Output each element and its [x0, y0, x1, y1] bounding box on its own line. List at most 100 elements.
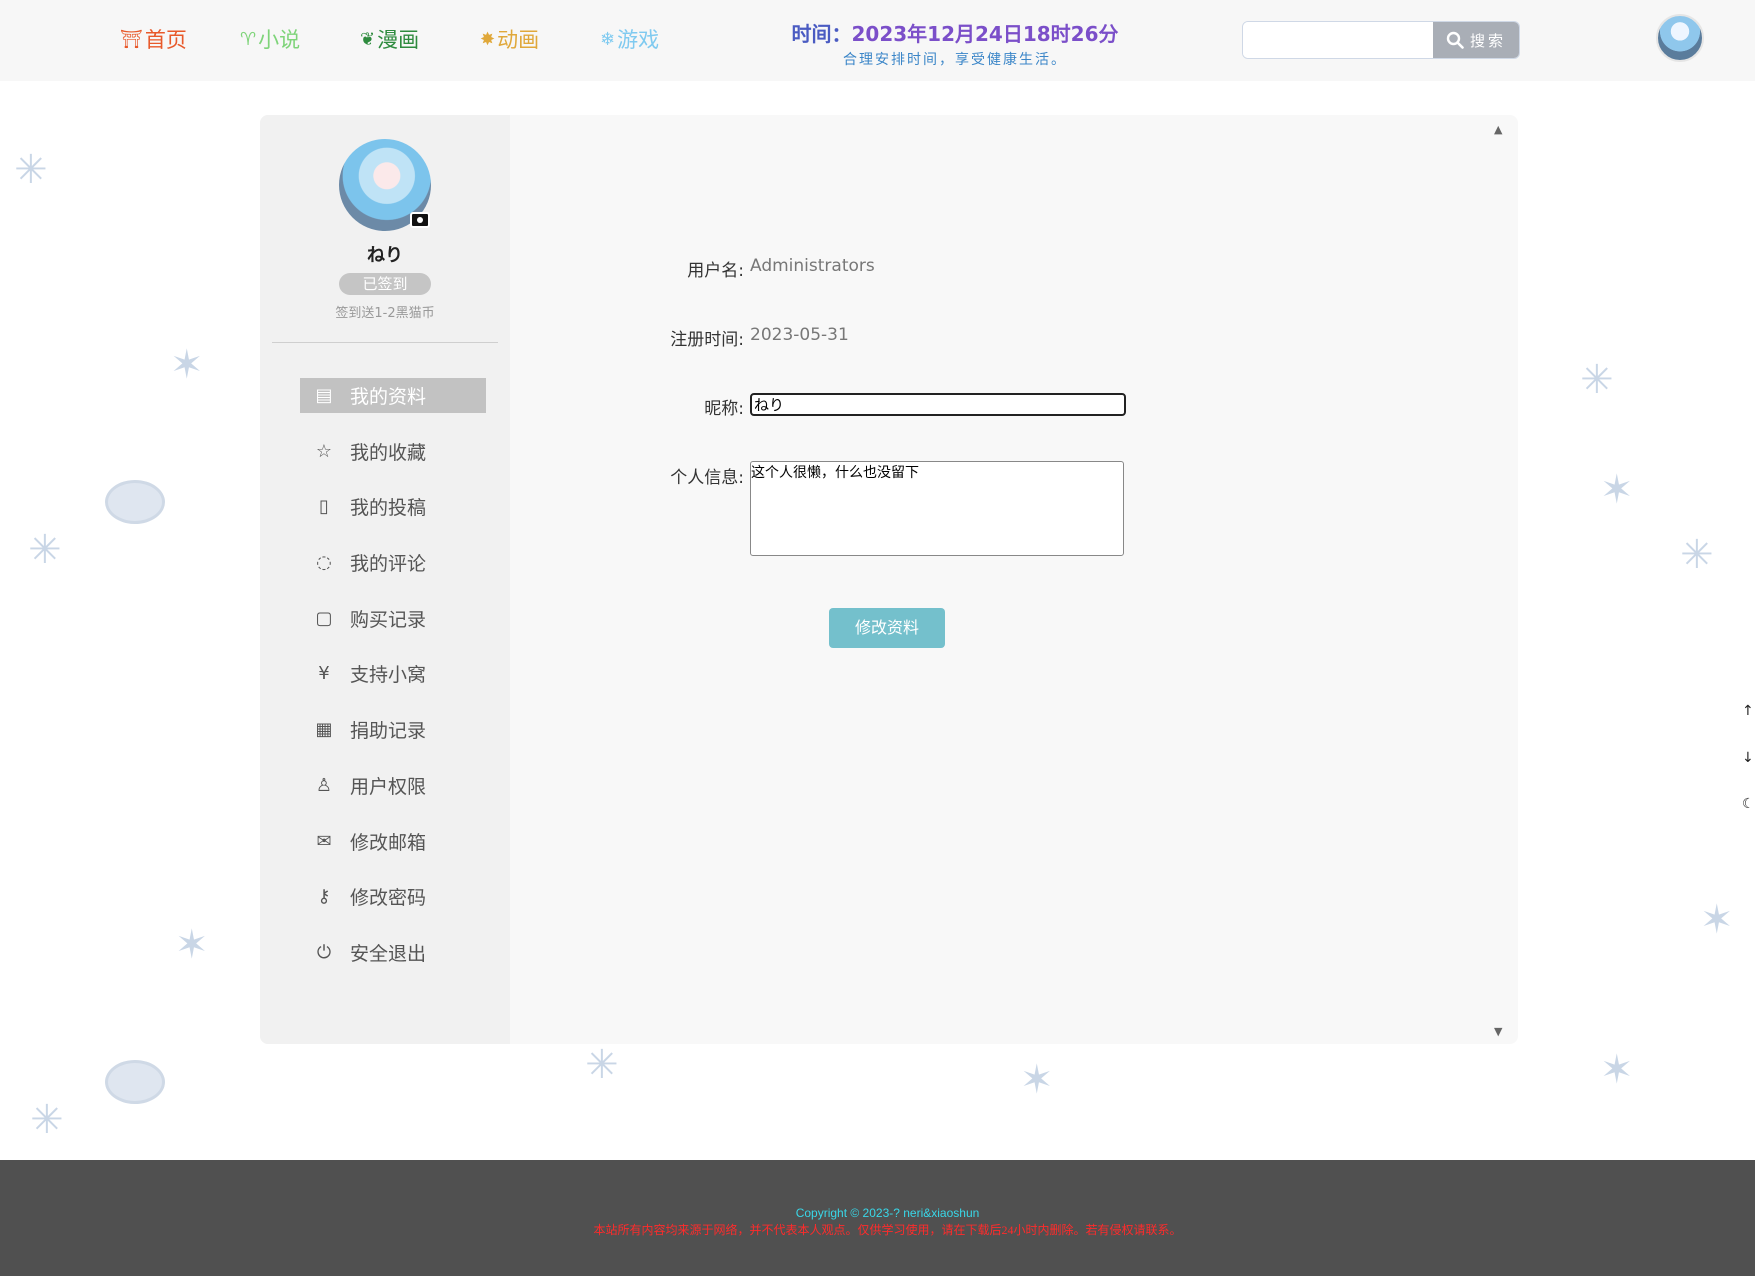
sidebar-item-7[interactable]: ♙ 用户权限	[300, 768, 486, 803]
nav-item-label: 游戏	[617, 28, 660, 52]
sidebar-item-4[interactable]: ▢ 购买记录	[300, 601, 486, 636]
sidebar-item-label: 捐助记录	[350, 720, 427, 743]
sidebar-item-9[interactable]: ⚷ 修改密码	[300, 879, 486, 914]
sidebar-item-6[interactable]: ▦ 捐助记录	[300, 712, 486, 747]
maple-leaf-icon: ✸	[480, 28, 496, 50]
sidebar-item-0[interactable]: ▤ 我的资料	[300, 378, 486, 413]
nav-item-label: 小说	[258, 28, 301, 52]
footer-disclaimer: 本站所有内容均来源于网络，并不代表本人观点。仅供学习使用，请在下载后24小时内删…	[593, 1223, 1182, 1237]
moon-icon[interactable]: ☾	[1742, 796, 1755, 812]
sidebar-item-label: 用户权限	[350, 775, 427, 798]
clock-value: 2023年12月24日18时26分	[851, 22, 1119, 46]
nav-item-label: 动画	[497, 28, 540, 52]
regdate-value: 2023-05-31	[750, 325, 849, 345]
sidebar-item-label: 购买记录	[350, 608, 427, 631]
top-header: ⛩ 首页 ♈ 小说 ❦ 漫画 ✸ 动画 ❄ 游戏 时间：2023年12月24日18时26分 合理安…	[0, 0, 1755, 81]
clock-tagline: 合理安排时间，享受健康生活。	[843, 52, 1067, 68]
username-label: 用户名:	[687, 261, 744, 281]
star-decoration-icon: ✶	[1600, 1047, 1634, 1093]
nav-item-1[interactable]: ♈ 小说	[240, 24, 360, 54]
sidebar-item-3[interactable]: ◌ 我的评论	[300, 545, 486, 580]
document-icon: ▯	[319, 496, 329, 518]
footer-copyright: Copyright © 2023-? neri&xiaoshun	[795, 1206, 980, 1220]
planet-decoration-icon	[105, 1060, 165, 1104]
regdate-row: 注册时间: 2023-05-31	[630, 325, 849, 350]
sidebar-menu: ▤ 我的资料 ☆ 我的收藏 ▯ 我的投稿 ◌ 我的评论 ▢ 购买记录 ¥ 支持小窝 ▦ 捐助记录 ♙ 用户权限…	[300, 378, 486, 991]
search-input[interactable]	[1243, 22, 1433, 58]
star-decoration-icon: ✳	[30, 1097, 64, 1143]
star-decoration-icon: ✶	[1700, 897, 1734, 943]
regdate-label: 注册时间:	[670, 330, 744, 350]
star-decoration-icon: ✶	[1600, 467, 1634, 513]
sidebar-item-label: 修改邮箱	[350, 831, 427, 854]
scroll-down-arrow-icon[interactable]: ▼	[1494, 1025, 1502, 1038]
user-icon: ♙	[315, 774, 333, 796]
star-decoration-icon: ✶	[170, 342, 204, 388]
nav-item-0[interactable]: ⛩ 首页	[120, 24, 240, 54]
sidebar-item-label: 修改密码	[350, 887, 427, 910]
torii-gate-icon: ⛩	[120, 28, 143, 50]
sidebar-item-label: 我的评论	[350, 553, 427, 576]
star-decoration-icon: ✳	[1680, 532, 1714, 578]
yen-icon: ¥	[318, 663, 330, 685]
search-icon	[1446, 31, 1464, 49]
sidebar-item-8[interactable]: ✉ 修改邮箱	[300, 824, 486, 859]
envelope-icon: ✉	[316, 830, 332, 852]
header-avatar[interactable]	[1656, 14, 1704, 62]
bio-label: 个人信息:	[670, 468, 744, 488]
clock-widget: 时间：2023年12月24日18时26分 合理安排时间，享受健康生活。	[760, 18, 1150, 69]
sidebar-item-10[interactable]: ⏻ 安全退出	[300, 935, 486, 970]
sidebar-divider	[272, 342, 498, 343]
search-button-label: 搜索	[1469, 31, 1506, 50]
search-box: 搜索	[1242, 21, 1520, 59]
sidebar-item-label: 支持小窝	[350, 664, 427, 687]
power-icon: ⏻	[316, 941, 332, 963]
bio-row: 个人信息: 这个人很懒，什么也没留下	[630, 461, 1124, 556]
star-decoration-icon: ✳	[28, 527, 62, 573]
star-decoration-icon: ✳	[1580, 357, 1614, 403]
planet-decoration-icon	[105, 480, 165, 524]
search-button[interactable]: 搜索	[1433, 22, 1519, 58]
sidebar-item-2[interactable]: ▯ 我的投稿	[300, 489, 486, 524]
sidebar-item-1[interactable]: ☆ 我的收藏	[300, 434, 486, 469]
star-decoration-icon: ✶	[175, 922, 209, 968]
star-decoration-icon: ✳	[14, 147, 48, 193]
bio-textarea[interactable]: 这个人很懒，什么也没留下	[750, 461, 1124, 556]
checkin-note: 签到送1-2黑猫币	[335, 306, 435, 321]
nav-item-label: 首页	[144, 28, 187, 52]
username-value: Administrators	[750, 256, 875, 276]
leaf-icon: ❦	[360, 28, 376, 50]
checkin-badge[interactable]: 已签到	[339, 273, 431, 295]
nav-item-4[interactable]: ❄ 游戏	[600, 24, 720, 54]
key-icon: ⚷	[317, 886, 331, 908]
profile-nickname: ねり	[367, 245, 403, 266]
snowflake-icon: ❄	[600, 28, 616, 50]
arrow-up-icon[interactable]: ↑	[1742, 703, 1754, 719]
nav-item-2[interactable]: ❦ 漫画	[360, 24, 480, 54]
sidebar-item-label: 我的收藏	[350, 441, 427, 464]
arrow-down-icon[interactable]: ↓	[1742, 750, 1754, 766]
clock-prefix: 时间：	[791, 22, 852, 46]
username-row: 用户名: Administrators	[630, 256, 875, 281]
nickname-label: 昵称:	[704, 399, 744, 419]
clipboard-icon: ▢	[315, 607, 333, 629]
main-nav: ⛩ 首页 ♈ 小说 ❦ 漫画 ✸ 动画 ❄ 游戏	[120, 24, 720, 54]
newspaper-icon: ▦	[315, 719, 333, 741]
nickname-input[interactable]	[750, 393, 1126, 416]
camera-icon[interactable]	[410, 212, 430, 228]
page-footer: Copyright © 2023-? neri&xiaoshun 本站所有内容均…	[0, 1160, 1755, 1276]
user-sidebar: ねり 已签到 签到送1-2黑猫币 ▤ 我的资料 ☆ 我的收藏 ▯ 我的投稿 ◌ 我的评论 ▢ 购买…	[260, 115, 510, 1044]
sidebar-item-5[interactable]: ¥ 支持小窝	[300, 656, 486, 691]
update-profile-button[interactable]: 修改资料	[829, 608, 945, 648]
clock-display: 时间：2023年12月24日18时26分	[760, 18, 1150, 47]
star-icon: ☆	[315, 440, 333, 462]
sidebar-item-label: 安全退出	[350, 942, 427, 965]
scroll-up-arrow-icon[interactable]: ▲	[1494, 123, 1502, 136]
star-decoration-icon: ✶	[1020, 1057, 1054, 1103]
sprout-icon: ♈	[240, 28, 257, 50]
star-decoration-icon: ✳	[585, 1042, 619, 1088]
nav-item-3[interactable]: ✸ 动画	[480, 24, 600, 54]
id-card-icon: ▤	[315, 385, 333, 406]
sidebar-item-label: 我的投稿	[350, 497, 427, 520]
nickname-row: 昵称:	[630, 393, 1126, 419]
